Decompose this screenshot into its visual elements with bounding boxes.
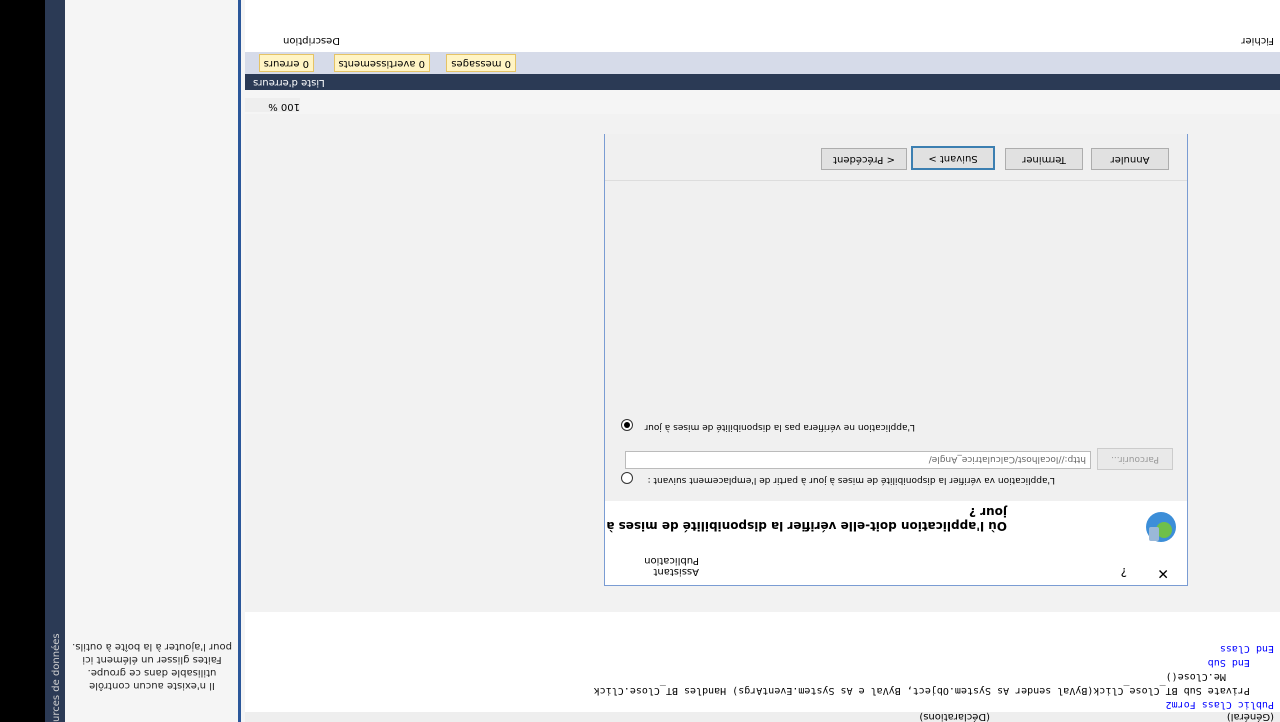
finish-button[interactable]: Terminer [1005, 148, 1083, 170]
code-line-4: End Sub [1207, 657, 1274, 668]
navigation-general-dropdown[interactable]: (Général) [1227, 711, 1274, 722]
warnings-filter-button[interactable]: 0 avertissements [333, 54, 430, 72]
check-updates-radio[interactable] [621, 472, 633, 484]
file-column-header[interactable]: Fichier [1241, 35, 1274, 46]
error-list-title-text: Liste d'erreurs [253, 77, 325, 88]
zoom-dropdown[interactable]: 100 % [245, 98, 300, 112]
code-line: End Sub [1208, 657, 1274, 668]
previous-button[interactable]: < Précédent [821, 148, 907, 170]
dialog-heading: Où l'application doit-elle vérifier la d… [606, 505, 1007, 533]
dialog-body: L'application va vérifier la disponibili… [605, 181, 1187, 501]
globe-update-icon [1146, 512, 1176, 542]
cancel-button[interactable]: Annuler [1091, 148, 1169, 170]
editor-area: (Général) (Déclarations) Public Class Fo… [245, 0, 1280, 722]
dialog-footer: Annuler Terminer Suivant > < Précédent [605, 134, 1187, 181]
browse-button[interactable]: Parcourir... [1097, 448, 1173, 470]
window-edge [0, 0, 45, 722]
code-line-3: Me.Close() [1165, 671, 1274, 682]
dialog-titlebar: ✕ ? Assistant Publication [605, 555, 1187, 585]
error-list-columns: Description Fichier [245, 0, 1280, 52]
no-check-updates-label: L'application ne vérifiera pas la dispon… [644, 422, 915, 432]
code-navigation-bar: (Général) (Déclarations) [245, 711, 1280, 722]
toolbox-empty-message: Il n'existe aucun contrôle utilisable da… [72, 641, 232, 691]
check-updates-label: L'application va vérifier la disponibili… [647, 475, 1055, 485]
code-line: Public Class Form2 [1166, 699, 1274, 710]
code-line: Private Sub BT_Close_Click(ByVal sender … [594, 685, 1274, 696]
screen: (Général) (Déclarations) Public Class Fo… [0, 0, 1280, 722]
help-button[interactable]: ? [1121, 565, 1127, 579]
code-editor[interactable]: Public Class Form2 Private Sub BT_Close_… [245, 612, 1280, 712]
data-sources-tab-label: urces de données [51, 633, 62, 722]
update-location-input[interactable]: http://localhost/Calculatrice_Angle/ [625, 451, 1091, 469]
publish-wizard-dialog: ✕ ? Assistant Publication Où l'applicati… [604, 134, 1188, 586]
code-line-1: Public Class Form2 [1165, 699, 1274, 710]
code-line-5: End Class [1219, 643, 1274, 654]
navigation-declarations-dropdown[interactable]: (Déclarations) [919, 711, 990, 722]
next-button[interactable]: Suivant > [911, 146, 995, 170]
errors-filter-button[interactable]: 0 erreurs [258, 54, 314, 72]
dialog-header: Où l'application doit-elle vérifier la d… [605, 501, 1187, 555]
error-list-toolbar: 0 messages 0 avertissements 0 erreurs [245, 52, 1280, 74]
data-sources-tab[interactable]: urces de données [45, 0, 65, 722]
dialog-title: Assistant Publication [644, 555, 699, 577]
close-button[interactable]: ✕ [1157, 565, 1169, 581]
code-line: End Class [1220, 643, 1274, 654]
toolbox-panel [62, 0, 241, 722]
code-line: Me.Close() [1166, 671, 1274, 682]
no-check-updates-radio[interactable] [621, 419, 633, 431]
error-list-title: Liste d'erreurs [245, 74, 1280, 90]
code-line-2: Private Sub BT_Close_Click(ByVal sender … [593, 685, 1274, 696]
description-column-header[interactable]: Description [283, 35, 340, 46]
messages-filter-button[interactable]: 0 messages [446, 54, 516, 72]
